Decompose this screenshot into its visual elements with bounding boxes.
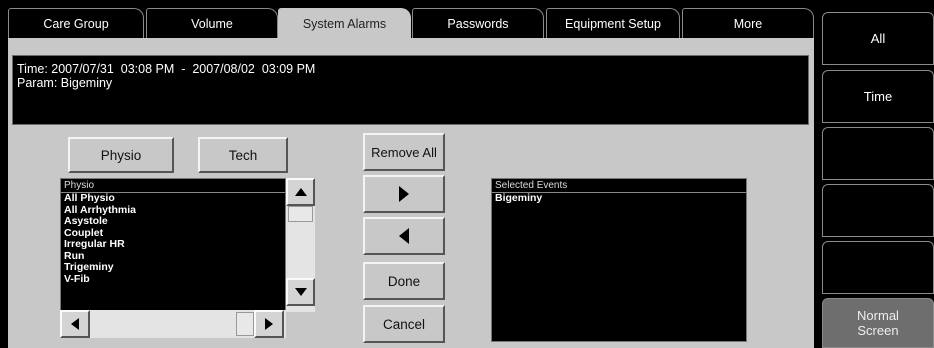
triangle-up-icon xyxy=(294,188,307,196)
selected-events-list[interactable]: Selected Events Bigeminy xyxy=(491,178,747,342)
triangle-down-icon xyxy=(294,288,307,296)
remove-all-button[interactable]: Remove All xyxy=(363,133,445,171)
list-item[interactable]: All Arrhythmia xyxy=(61,205,285,217)
normal-screen-button[interactable]: Normal Screen xyxy=(822,298,934,348)
physio-button[interactable]: Physio xyxy=(68,137,174,173)
time-button[interactable]: Time xyxy=(822,70,934,123)
list-item[interactable]: Couplet xyxy=(61,228,285,240)
tech-button[interactable]: Tech xyxy=(198,137,288,173)
done-button[interactable]: Done xyxy=(363,262,445,300)
list-item[interactable]: Trigeminy xyxy=(61,262,285,274)
scroll-up-button[interactable] xyxy=(286,178,315,206)
scroll-left-button[interactable] xyxy=(60,310,90,338)
tab-passwords[interactable]: Passwords xyxy=(412,8,544,38)
triangle-left-icon xyxy=(399,228,409,244)
remove-event-button[interactable] xyxy=(363,217,445,255)
tab-equipment-setup[interactable]: Equipment Setup xyxy=(546,8,680,38)
horizontal-scroll-thumb[interactable] xyxy=(236,312,254,336)
list-item[interactable]: Bigeminy xyxy=(492,193,746,205)
param-text: Param: Bigeminy xyxy=(17,76,113,90)
tab-volume[interactable]: Volume xyxy=(146,8,278,38)
tab-more[interactable]: More xyxy=(682,8,814,38)
list-item[interactable]: Asystole xyxy=(61,216,285,228)
list-item[interactable]: Irregular HR xyxy=(61,239,285,251)
list-item[interactable]: Run xyxy=(61,251,285,263)
tab-system-alarms[interactable]: System Alarms xyxy=(278,8,411,38)
tab-care-group[interactable]: Care Group xyxy=(8,8,144,38)
sidebar-blank-button-1[interactable] xyxy=(822,127,934,180)
scroll-down-button[interactable] xyxy=(286,278,315,306)
list-header: Selected Events xyxy=(492,179,746,193)
alarm-filter-summary: Time: 2007/07/31 03:08 PM - 2007/08/02 0… xyxy=(12,55,809,125)
sidebar-blank-button-3[interactable] xyxy=(822,241,934,294)
triangle-right-icon xyxy=(399,186,409,202)
time-range-text: Time: 2007/07/31 03:08 PM - 2007/08/02 0… xyxy=(17,62,316,76)
scroll-thumb-divider xyxy=(288,206,313,222)
sidebar-blank-button-2[interactable] xyxy=(822,184,934,237)
physio-event-list[interactable]: Physio All Physio All Arrhythmia Asystole C… xyxy=(60,178,286,312)
all-button[interactable]: All xyxy=(822,12,934,65)
list-item[interactable]: V-Fib xyxy=(61,274,285,286)
triangle-left-icon xyxy=(71,318,79,330)
list-header: Physio xyxy=(61,179,285,193)
list-item[interactable]: All Physio xyxy=(61,193,285,205)
scroll-right-button[interactable] xyxy=(254,310,284,338)
add-event-button[interactable] xyxy=(363,175,445,213)
triangle-right-icon xyxy=(265,318,273,330)
cancel-button[interactable]: Cancel xyxy=(363,305,445,343)
